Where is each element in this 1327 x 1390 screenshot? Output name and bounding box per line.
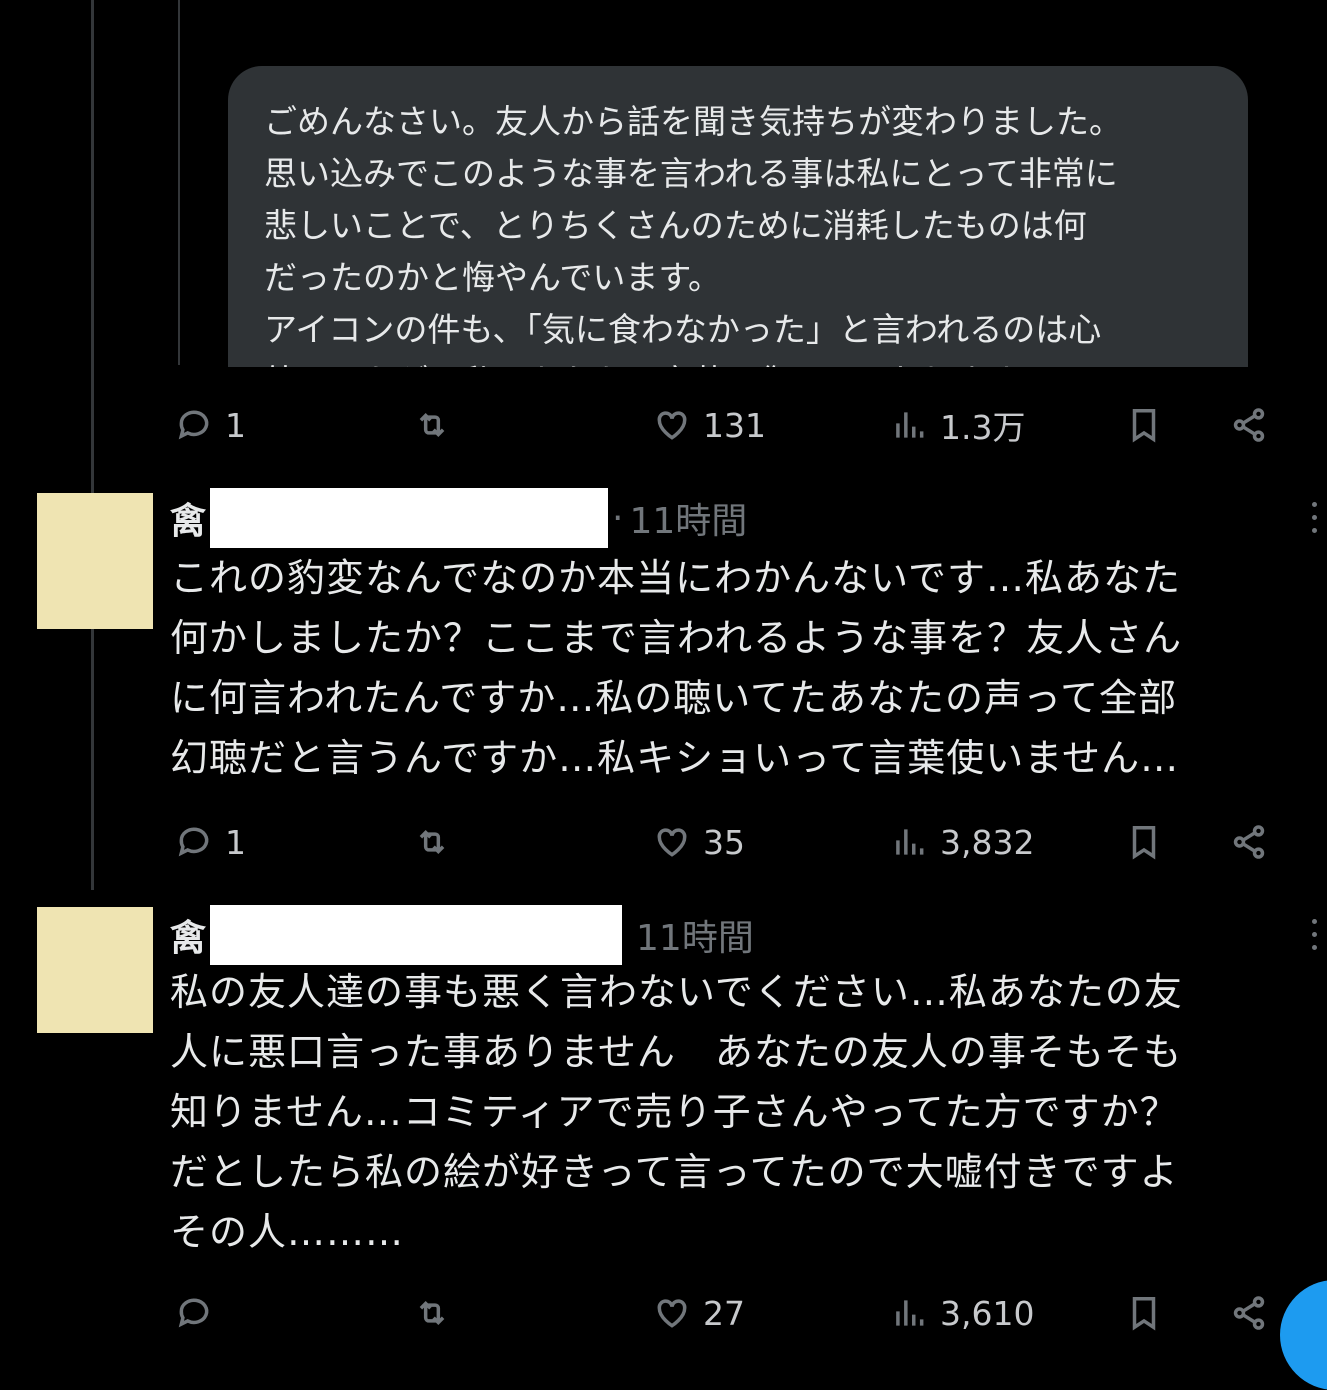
- avatar[interactable]: [37, 493, 153, 629]
- bookmark-button[interactable]: [1125, 812, 1163, 872]
- quote-thread-line: [178, 0, 180, 365]
- retweet-button[interactable]: [413, 395, 451, 455]
- tweet-header: 禽 11時間: [170, 905, 1320, 965]
- display-name[interactable]: 禽: [170, 909, 206, 961]
- thread-line: [91, 0, 94, 890]
- display-name[interactable]: 禽: [170, 492, 206, 544]
- views-button[interactable]: 3,832: [890, 812, 1034, 872]
- views-button[interactable]: 1.3万: [890, 395, 1025, 455]
- retweet-button[interactable]: [413, 812, 451, 872]
- bookmark-button[interactable]: [1125, 395, 1163, 455]
- more-icon[interactable]: [1312, 919, 1320, 950]
- redacted-name: [210, 488, 609, 548]
- retweet-button[interactable]: [413, 1283, 451, 1343]
- bookmark-icon: [1132, 826, 1156, 860]
- views-count: 1.3万: [940, 408, 1026, 447]
- heart-icon: [657, 411, 687, 440]
- heart-icon: [657, 828, 687, 857]
- like-button[interactable]: 35: [653, 812, 745, 872]
- views-count: 3,832: [940, 822, 1035, 862]
- compose-button[interactable]: [1280, 1280, 1327, 1390]
- reply-icon: [178, 410, 209, 440]
- share-button[interactable]: [1230, 812, 1268, 872]
- bookmark-icon: [1132, 1297, 1156, 1331]
- like-count: 35: [703, 822, 745, 862]
- redacted-name: [210, 905, 623, 965]
- share-button[interactable]: [1230, 395, 1268, 455]
- reply-button[interactable]: [175, 1283, 225, 1343]
- retweet-icon: [419, 413, 445, 437]
- like-count: 131: [703, 405, 766, 445]
- reply-count: 1: [225, 405, 246, 445]
- time-separator: ·: [612, 497, 624, 539]
- retweet-icon: [419, 1301, 445, 1325]
- share-icon: [1233, 825, 1265, 859]
- avatar[interactable]: [37, 907, 153, 1033]
- timestamp[interactable]: 11時間: [636, 909, 754, 961]
- retweet-icon: [419, 830, 445, 854]
- quoted-tweet-text: ごめんなさい。友人から話を聞き気持ちが変わりました。 思い込みでこのような事を言…: [264, 102, 1122, 367]
- reply-icon: [178, 827, 209, 857]
- reply-button[interactable]: 1: [175, 812, 246, 872]
- views-button[interactable]: 3,610: [890, 1283, 1034, 1343]
- tweet-actions: 1 35 3,832: [175, 812, 1285, 872]
- share-icon: [1233, 408, 1265, 442]
- views-icon: [896, 829, 924, 855]
- share-button[interactable]: [1230, 1283, 1268, 1343]
- reply-icon: [178, 1298, 209, 1328]
- tweet-header: 禽 · 11時間: [170, 488, 1320, 548]
- bookmark-button[interactable]: [1125, 1283, 1163, 1343]
- tweet-text: これの豹変なんでなのか本当にわかんないです…私あなた 何かしましたか？ここまで言…: [170, 556, 1183, 780]
- heart-icon: [657, 1299, 687, 1328]
- reply-count: 1: [225, 822, 246, 862]
- like-button[interactable]: 131: [653, 395, 766, 455]
- tweet-actions: 27 3,610: [175, 1283, 1285, 1343]
- reply-button[interactable]: 1: [175, 395, 246, 455]
- bookmark-icon: [1132, 409, 1156, 443]
- views-icon: [896, 1300, 924, 1326]
- tweet-actions: 1 131 1.3万: [175, 395, 1285, 455]
- more-icon[interactable]: [1312, 502, 1320, 533]
- timestamp[interactable]: 11時間: [629, 492, 747, 544]
- tweet-text: 私の友人達の事も悪く言わないでください…私あなたの友 人に悪口言った事ありません…: [170, 970, 1183, 1254]
- like-button[interactable]: 27: [653, 1283, 745, 1343]
- quoted-tweet-card[interactable]: ごめんなさい。友人から話を聞き気持ちが変わりました。 思い込みでこのような事を言…: [228, 66, 1248, 367]
- views-icon: [896, 412, 924, 438]
- share-icon: [1233, 1296, 1265, 1330]
